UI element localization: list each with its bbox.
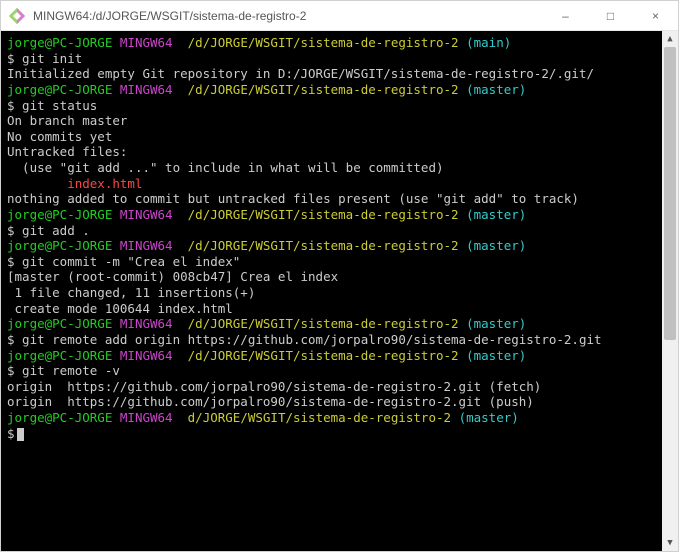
titlebar[interactable]: MINGW64:/d/JORGE/WSGIT/sistema-de-regist… [1,1,678,31]
output-line: No commits yet [7,129,656,145]
prompt-line: jorge@PC-JORGE MINGW64 /d/JORGE/WSGIT/si… [7,35,656,51]
prompt-line: jorge@PC-JORGE MINGW64 /d/JORGE/WSGIT/si… [7,316,656,332]
output-line: origin https://github.com/jorpalro90/sis… [7,379,656,395]
output-line: 1 file changed, 11 insertions(+) [7,285,656,301]
maximize-icon: □ [607,9,614,23]
command-line: $ git status [7,98,656,114]
cursor [17,428,24,441]
scroll-down-icon[interactable]: ▼ [662,535,678,551]
prompt-line: jorge@PC-JORGE MINGW64 /d/JORGE/WSGIT/si… [7,207,656,223]
terminal-area: jorge@PC-JORGE MINGW64 /d/JORGE/WSGIT/si… [1,31,678,551]
output-line: origin https://github.com/jorpalro90/sis… [7,394,656,410]
scroll-track[interactable] [662,47,678,535]
command-line: $ git remote -v [7,363,656,379]
output-line: Initialized empty Git repository in D:/J… [7,66,656,82]
app-icon [9,8,25,24]
command-line: $ git add . [7,223,656,239]
maximize-button[interactable]: □ [588,1,633,31]
command-line: $ git init [7,51,656,67]
command-line: $ [7,426,656,442]
close-icon: × [652,9,659,23]
minimize-button[interactable]: – [543,1,588,31]
output-line: index.html [7,176,656,192]
terminal-window: MINGW64:/d/JORGE/WSGIT/sistema-de-regist… [0,0,679,552]
prompt-line: jorge@PC-JORGE MINGW64 /d/JORGE/WSGIT/si… [7,348,656,364]
terminal-output[interactable]: jorge@PC-JORGE MINGW64 /d/JORGE/WSGIT/si… [1,31,662,551]
scroll-up-icon[interactable]: ▲ [662,31,678,47]
prompt-line: jorge@PC-JORGE MINGW64 d/JORGE/WSGIT/sis… [7,410,656,426]
output-line: (use "git add ..." to include in what wi… [7,160,656,176]
window-title: MINGW64:/d/JORGE/WSGIT/sistema-de-regist… [33,9,306,23]
scrollbar[interactable]: ▲ ▼ [662,31,678,551]
output-line: On branch master [7,113,656,129]
scroll-thumb[interactable] [664,47,676,340]
prompt-line: jorge@PC-JORGE MINGW64 /d/JORGE/WSGIT/si… [7,82,656,98]
minimize-icon: – [562,9,569,23]
output-line: nothing added to commit but untracked fi… [7,191,656,207]
prompt-line: jorge@PC-JORGE MINGW64 /d/JORGE/WSGIT/si… [7,238,656,254]
output-line: Untracked files: [7,144,656,160]
close-button[interactable]: × [633,1,678,31]
command-line: $ git commit -m "Crea el index" [7,254,656,270]
command-line: $ git remote add origin https://github.c… [7,332,656,348]
output-line: create mode 100644 index.html [7,301,656,317]
output-line: [master (root-commit) 008cb47] Crea el i… [7,269,656,285]
